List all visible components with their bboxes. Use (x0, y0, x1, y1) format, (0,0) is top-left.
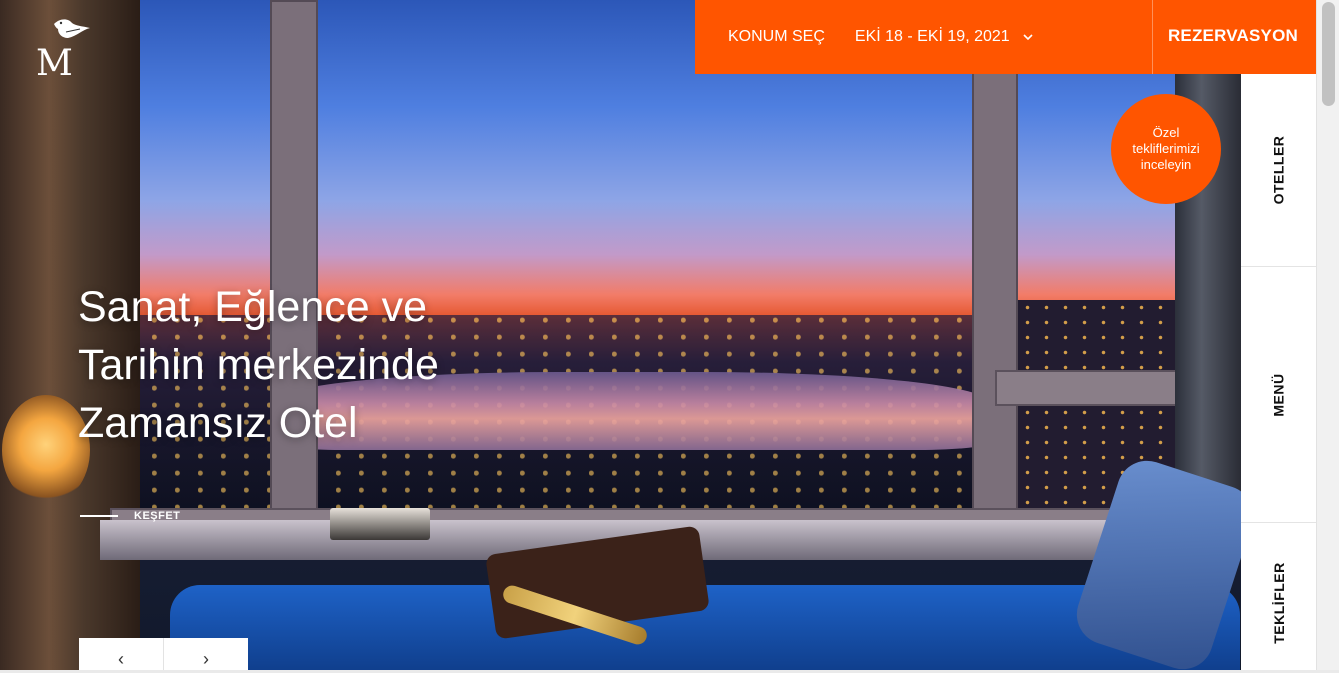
side-menu-label: TEKLİFLER (1270, 561, 1287, 644)
side-menu-label: OTELLER (1270, 135, 1287, 205)
side-menu: OTELLER MENÜ TEKLİFLER (1241, 74, 1316, 670)
explore-line (80, 515, 118, 517)
slider-prev-button[interactable]: ‹ (79, 638, 164, 670)
brand-logo[interactable]: M (32, 14, 102, 84)
date-range-label: EKİ 18 - EKİ 19, 2021 (854, 28, 1010, 45)
reservation-button[interactable]: REZERVASYON (1168, 26, 1298, 46)
special-offers-badge[interactable]: Özel tekliflerimizi inceleyin (1111, 94, 1221, 204)
date-range-select[interactable]: EKİ 18 - EKİ 19, 2021 (855, 28, 1034, 46)
bird-icon (54, 19, 90, 38)
hero-headline: Sanat, Eğlence ve Tarihin merkezinde Zam… (78, 278, 598, 452)
slider-next-button[interactable]: › (164, 638, 248, 670)
special-offers-text: Özel tekliflerimizi inceleyin (1132, 125, 1200, 172)
chevron-right-icon: › (203, 649, 209, 669)
window-frame (995, 370, 1195, 406)
explore-link[interactable]: KEŞFET (80, 510, 180, 522)
location-select[interactable]: KONUM SEÇ (728, 28, 825, 46)
logo-letter: M (36, 43, 73, 84)
slider-controls: ‹ › (79, 638, 248, 670)
chevron-left-icon: ‹ (118, 649, 124, 669)
side-menu-hotels[interactable]: OTELLER (1241, 74, 1316, 267)
headline-line: Tarihin merkezinde (78, 341, 439, 389)
chevron-down-icon (1023, 34, 1033, 41)
page-scrollbar[interactable] (1316, 0, 1339, 670)
scrollbar-thumb[interactable] (1322, 2, 1335, 106)
booking-bar: KONUM SEÇ EKİ 18 - EKİ 19, 2021 REZERVAS… (695, 0, 1316, 74)
explore-label: KEŞFET (134, 510, 181, 522)
headline-line: Zamansız Otel (78, 399, 358, 447)
divider (1152, 0, 1153, 74)
side-menu-menu[interactable]: MENÜ (1241, 267, 1316, 523)
book (330, 508, 430, 540)
side-menu-label: MENÜ (1270, 372, 1287, 417)
side-menu-offers[interactable]: TEKLİFLER (1241, 523, 1316, 670)
headline-line: Sanat, Eğlence ve (78, 283, 428, 331)
window-frame (972, 72, 1018, 530)
table-lamp (2, 395, 90, 505)
